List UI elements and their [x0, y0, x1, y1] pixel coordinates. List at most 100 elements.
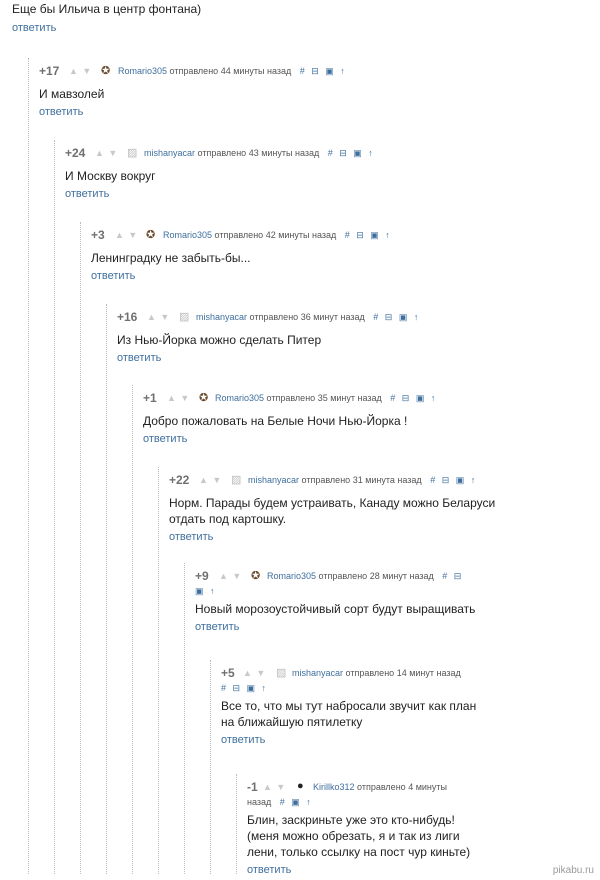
comment-header: +5 ▲ ▼ ▨ mishanyacar отправлено 14 минут…	[221, 666, 591, 682]
comment-meta: Romario305 отправлено 44 минуты назад # …	[118, 66, 347, 77]
comment-text: Из Нью-Йорка можно сделать Питер	[117, 333, 322, 347]
avatar-placeholder-icon[interactable]: ▨	[127, 146, 137, 159]
avatar-icon[interactable]: ✪	[146, 228, 155, 241]
reply-link[interactable]: ответить	[91, 270, 581, 282]
avatar-placeholder-icon[interactable]: ▨	[179, 310, 189, 323]
comment-time: назад	[247, 797, 272, 807]
comment-actions-icons[interactable]: # ▣ ↑	[280, 797, 313, 807]
avatar-placeholder-icon[interactable]: ▨	[276, 666, 286, 679]
comment-score: +1	[143, 391, 157, 405]
comment-time: 42 минуты назад	[265, 230, 337, 240]
sent-label: отправлено	[197, 148, 247, 158]
avatar-placeholder-icon[interactable]: ▨	[231, 473, 241, 486]
sent-label: отправлено	[357, 782, 406, 792]
comment-actions-icons[interactable]: # ⊟ ▣ ↑	[345, 230, 392, 240]
sent-label: отправлено	[301, 475, 351, 485]
comment: +3 ▲ ▼ ✪ Romario305 отправлено 42 минуты…	[80, 222, 581, 874]
reply-link[interactable]: ответить	[169, 531, 589, 543]
comment-meta: Romario305 отправлено 28 минут назад # ⊟	[267, 571, 463, 582]
comment-time: 44 минуты назад	[220, 66, 292, 76]
reply-link[interactable]: ответить	[247, 864, 477, 876]
comment-actions-icons[interactable]: # ⊟ ▣ ↑	[430, 475, 477, 485]
thread-line[interactable]	[28, 58, 29, 874]
username-link[interactable]: Romario305	[118, 66, 167, 76]
comment-actions-icons[interactable]: # ⊟ ▣ ↑	[300, 66, 347, 76]
vote-arrows-icon[interactable]: ▲ ▼	[263, 782, 286, 792]
avatar-icon[interactable]: ✪	[199, 391, 208, 404]
comment: +5 ▲ ▼ ▨ mishanyacar отправлено 14 минут…	[210, 660, 591, 874]
comment-time: 4 минуты	[408, 782, 447, 792]
reply-link[interactable]: ответить	[195, 621, 590, 633]
sent-label: отправлено	[169, 66, 219, 76]
comment-actions-icons[interactable]: # ⊟ ▣ ↑	[328, 148, 375, 158]
comment-header: -1 ▲ ▼ ● Kirillko312 отправлено 4 минуты	[247, 780, 477, 796]
comment-actions-icons[interactable]: # ⊟	[442, 571, 463, 581]
vote-arrows-icon[interactable]: ▲ ▼	[69, 66, 92, 76]
site-watermark: pikabu.ru	[552, 865, 594, 876]
comment-time: 31 минута назад	[352, 475, 422, 485]
comment-time: 28 минут назад	[369, 571, 434, 581]
thread-line[interactable]	[184, 563, 185, 874]
reply-link[interactable]: ответить	[65, 188, 580, 200]
comment: -1 ▲ ▼ ● Kirillko312 отправлено 4 минуты…	[236, 774, 477, 876]
username-link[interactable]: Kirillko312	[313, 782, 355, 792]
sent-label: отправлено	[214, 230, 264, 240]
comment-time: 43 минуты назад	[248, 148, 320, 158]
vote-arrows-icon[interactable]: ▲ ▼	[243, 668, 266, 678]
comment-actions-icons[interactable]: # ⊟ ▣ ↑	[221, 683, 268, 693]
reply-link[interactable]: ответить	[143, 433, 583, 445]
comment-meta: Romario305 отправлено 35 минут назад # ⊟…	[215, 393, 437, 404]
username-link[interactable]: mishanyacar	[196, 312, 247, 322]
comment-header: +9 ▲ ▼ ✪ Romario305 отправлено 28 минут …	[195, 569, 590, 585]
reply-link[interactable]: ответить	[117, 352, 582, 364]
thread-line[interactable]	[210, 660, 211, 874]
reply-link[interactable]: ответить	[12, 22, 56, 34]
username-link[interactable]: mishanyacar	[292, 668, 343, 678]
comment-actions-icons[interactable]: ▣ ↑	[195, 586, 217, 596]
username-link[interactable]: Romario305	[215, 393, 264, 403]
vote-arrows-icon[interactable]: ▲ ▼	[167, 393, 190, 403]
comment-text-line: Норм. Парады будем устраивать, Канаду мо…	[169, 496, 496, 510]
comment-text-line: отдать под картошку.	[169, 512, 287, 526]
vote-arrows-icon[interactable]: ▲ ▼	[219, 571, 242, 581]
comment-header: +16 ▲ ▼ ▨ mishanyacar отправлено 36 мину…	[117, 310, 582, 326]
username-link[interactable]: Romario305	[267, 571, 316, 581]
username-link[interactable]: mishanyacar	[144, 148, 195, 158]
vote-arrows-icon[interactable]: ▲ ▼	[95, 148, 118, 158]
comment-score: +5	[221, 666, 235, 680]
comment-header: +24 ▲ ▼ ▨ mishanyacar отправлено 43 мину…	[65, 146, 580, 162]
comment-time: 35 минут назад	[317, 393, 382, 403]
thread-line[interactable]	[54, 140, 55, 874]
comment-text-line: (меня можно обрезать, я и так из лиги	[247, 829, 460, 843]
sent-label: отправлено	[318, 571, 368, 581]
vote-arrows-icon[interactable]: ▲ ▼	[147, 312, 170, 322]
sent-label: отправлено	[249, 312, 299, 322]
comment-actions-icons[interactable]: # ⊟ ▣ ↑	[373, 312, 420, 322]
comment-score: +3	[91, 228, 105, 242]
comment: +1 ▲ ▼ ✪ Romario305 отправлено 35 минут …	[132, 385, 583, 874]
comment-text: Ленинградку не забыть-бы...	[91, 251, 251, 265]
sent-label: отправлено	[266, 393, 316, 403]
username-link[interactable]: mishanyacar	[248, 475, 299, 485]
avatar-icon[interactable]: ●	[297, 780, 304, 792]
thread-line[interactable]	[236, 774, 237, 874]
comment-time: 14 минут назад	[396, 668, 461, 678]
comment-text: И мавзолей	[39, 87, 105, 101]
comment-header-wrap: ▣ ↑	[195, 586, 590, 597]
comment-text: Блин, заскриньте уже это кто-нибудь! (ме…	[247, 812, 477, 860]
thread-line[interactable]	[158, 467, 159, 874]
comment-text-line: на ближайшую пятилетку	[221, 715, 363, 729]
vote-arrows-icon[interactable]: ▲ ▼	[115, 230, 138, 240]
avatar-icon[interactable]: ✪	[101, 64, 110, 77]
reply-link[interactable]: ответить	[39, 106, 579, 118]
thread-line[interactable]	[80, 222, 81, 874]
comment-score: +17	[39, 64, 60, 78]
thread-line[interactable]	[106, 304, 107, 874]
comment-text: Норм. Парады будем устраивать, Канаду мо…	[169, 495, 589, 527]
comment-actions-icons[interactable]: # ⊟ ▣ ↑	[390, 393, 437, 403]
vote-arrows-icon[interactable]: ▲ ▼	[199, 475, 222, 485]
avatar-icon[interactable]: ✪	[251, 569, 260, 582]
username-link[interactable]: Romario305	[163, 230, 212, 240]
reply-link[interactable]: ответить	[221, 734, 591, 746]
thread-line[interactable]	[132, 385, 133, 874]
